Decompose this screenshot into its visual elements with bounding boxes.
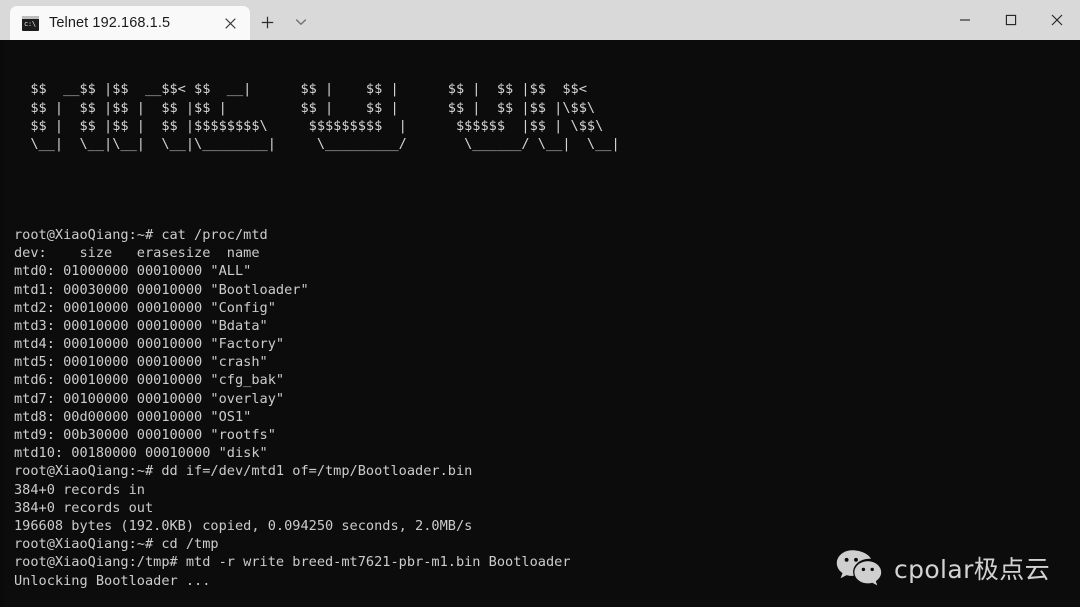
terminal-output: $$ __$$ |$$ __$$< $$ __| $$ | $$ | $$ | … [14, 44, 1080, 607]
terminal-line: mtd8: 00d00000 00010000 "OS1" [14, 408, 252, 425]
telnet-window: Telnet 192.168.1.5 [0, 0, 1080, 607]
maximize-button[interactable] [988, 0, 1034, 40]
terminal-line: Unlocking Bootloader ... [14, 572, 211, 589]
terminal-line: root@XiaoQiang:~# cat /proc/mtd [14, 226, 268, 243]
terminal-line: mtd4: 00010000 00010000 "Factory" [14, 336, 285, 353]
terminal-line: mtd2: 00010000 00010000 "Config" [14, 299, 276, 316]
terminal-line: mtd5: 00010000 00010000 "crash" [14, 354, 268, 371]
tab-close-icon[interactable] [218, 11, 242, 35]
terminal-line: mtd9: 00b30000 00010000 "rootfs" [14, 427, 276, 443]
window-titlebar: Telnet 192.168.1.5 [0, 0, 1080, 40]
terminal-line: dev: size erasesize name [14, 245, 260, 262]
terminal-line: mtd10: 00180000 00010000 "disk" [14, 445, 268, 462]
close-button[interactable] [1034, 0, 1080, 40]
terminal-lines: root@XiaoQiang:~# cat /proc/mtd dev: size… [14, 226, 1080, 607]
terminal-tab[interactable]: Telnet 192.168.1.5 [10, 6, 250, 40]
minimize-button[interactable] [942, 0, 988, 40]
terminal-line: 384+0 records in [14, 481, 145, 498]
terminal-viewport[interactable]: $$ __$$ |$$ __$$< $$ __| $$ | $$ | $$ | … [0, 40, 1080, 607]
terminal-line: root@XiaoQiang:~# dd if=/dev/mtd1 of=/tm… [14, 463, 473, 480]
terminal-line: $$ __$$ |$$ __$$< $$ __| $$ | $$ | $$ | … [14, 81, 587, 98]
window-controls [942, 0, 1080, 40]
terminal-line: mtd6: 00010000 00010000 "cfg_bak" [14, 372, 285, 389]
tab-title: Telnet 192.168.1.5 [49, 15, 171, 31]
terminal-line: $$ | $$ |$$ | $$ |$$ | $$ | $$ | $$ | $$… [14, 99, 596, 116]
terminal-line: $$ | $$ |$$ | $$ |$$$$$$$$\ $$$$$$$$$ | … [14, 117, 604, 134]
terminal-line: root@XiaoQiang:/tmp# mtd -r write breed-… [14, 554, 571, 571]
terminal-line: root@XiaoQiang:~# cd /tmp [14, 536, 219, 553]
terminal-banner: $$ __$$ |$$ __$$< $$ __| $$ | $$ | $$ | … [14, 80, 1080, 189]
terminal-line: 196608 bytes (192.0KB) copied, 0.094250 … [14, 517, 473, 534]
terminal-line: mtd1: 00030000 00010000 "Bootloader" [14, 281, 309, 298]
terminal-line: \__| \__|\__| \__|\________| \_________/… [14, 135, 620, 152]
command-prompt-icon [22, 15, 39, 31]
terminal-line: mtd3: 00010000 00010000 "Bdata" [14, 317, 268, 334]
terminal-line: mtd0: 01000000 00010000 "ALL" [14, 263, 252, 280]
terminal-line: mtd7: 00100000 00010000 "overlay" [14, 390, 285, 407]
tab-actions [250, 6, 318, 40]
terminal-line: 384+0 records out [14, 499, 154, 516]
new-tab-icon[interactable] [250, 8, 284, 36]
chevron-down-icon[interactable] [284, 8, 318, 36]
